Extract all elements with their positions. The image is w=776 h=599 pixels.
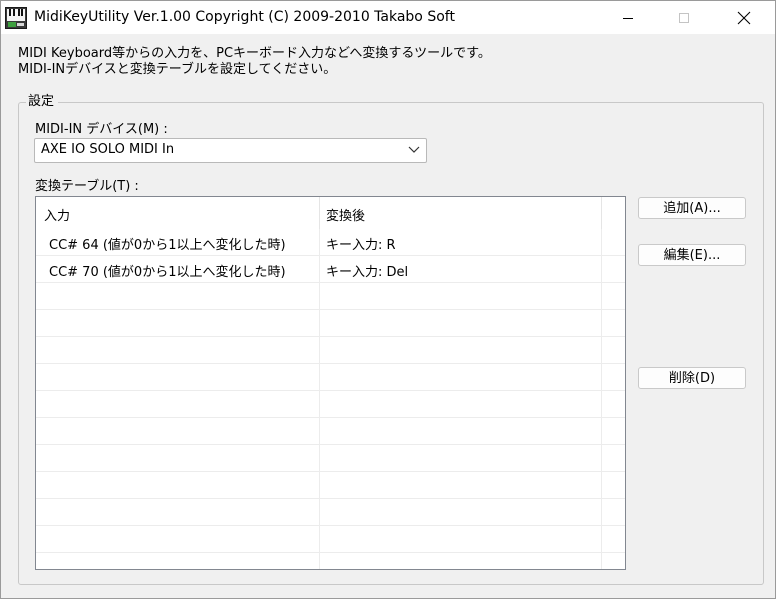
settings-group-legend: 設定 [26, 93, 59, 111]
cell-input: CC# 70 (値が0から1以上へ変化した時) [49, 265, 286, 280]
cell-output: キー入力: Del [326, 265, 409, 280]
conversion-table-label: 変換テーブル(T) : [35, 179, 139, 194]
table-row-empty [36, 337, 625, 364]
add-button[interactable]: 追加(A)... [638, 197, 746, 219]
table-row-empty [36, 445, 625, 472]
cell-output: キー入力: R [326, 238, 396, 253]
maximize-button[interactable] [661, 1, 707, 34]
window-title: MidiKeyUtility Ver.1.00 Copyright (C) 20… [34, 9, 455, 25]
description: MIDI Keyboard等からの入力を、PCキーボード入力などへ変換するツール… [18, 46, 491, 78]
table-row-empty [36, 283, 625, 310]
table-row[interactable]: CC# 64 (値が0から1以上へ変化した時) キー入力: R [36, 229, 625, 256]
midi-in-device-value: AXE IO SOLO MIDI In [41, 142, 175, 157]
maximize-icon [679, 12, 689, 23]
edit-button[interactable]: 編集(E)... [638, 244, 746, 266]
table-row-empty [36, 472, 625, 499]
close-icon [737, 11, 751, 24]
minimize-icon [623, 17, 633, 19]
column-divider[interactable] [319, 197, 320, 229]
table-header: 入力 変換後 [36, 197, 625, 229]
close-button[interactable] [721, 1, 767, 34]
conversion-table[interactable]: 入力 変換後 CC# 64 (値が0から1以上へ変化した時) キー入力: R C… [35, 196, 626, 570]
minimize-button[interactable] [605, 1, 651, 34]
title-bar[interactable]: MidiKeyUtility Ver.1.00 Copyright (C) 20… [1, 1, 775, 34]
table-row[interactable]: CC# 70 (値が0から1以上へ変化した時) キー入力: Del [36, 256, 625, 283]
chevron-down-icon [408, 146, 420, 153]
midi-in-device-label: MIDI-IN デバイス(M) : [35, 122, 168, 137]
table-row-empty [36, 526, 625, 553]
table-row-empty [36, 418, 625, 445]
column-divider[interactable] [601, 197, 602, 229]
table-row-empty [36, 310, 625, 337]
table-row-empty [36, 364, 625, 391]
description-line-2: MIDI-INデバイスと変換テーブルを設定してください。 [18, 62, 337, 77]
piano-keyboard-icon [5, 7, 27, 29]
midi-in-device-select[interactable]: AXE IO SOLO MIDI In [34, 138, 427, 163]
column-header-input[interactable]: 入力 [44, 205, 70, 224]
delete-button[interactable]: 削除(D) [638, 367, 746, 389]
cell-input: CC# 64 (値が0から1以上へ変化した時) [49, 238, 286, 253]
table-row-empty [36, 391, 625, 418]
description-line-1: MIDI Keyboard等からの入力を、PCキーボード入力などへ変換するツール… [18, 46, 491, 61]
table-row-empty [36, 499, 625, 526]
column-header-output[interactable]: 変換後 [326, 205, 365, 224]
app-window: MidiKeyUtility Ver.1.00 Copyright (C) 20… [0, 0, 776, 599]
